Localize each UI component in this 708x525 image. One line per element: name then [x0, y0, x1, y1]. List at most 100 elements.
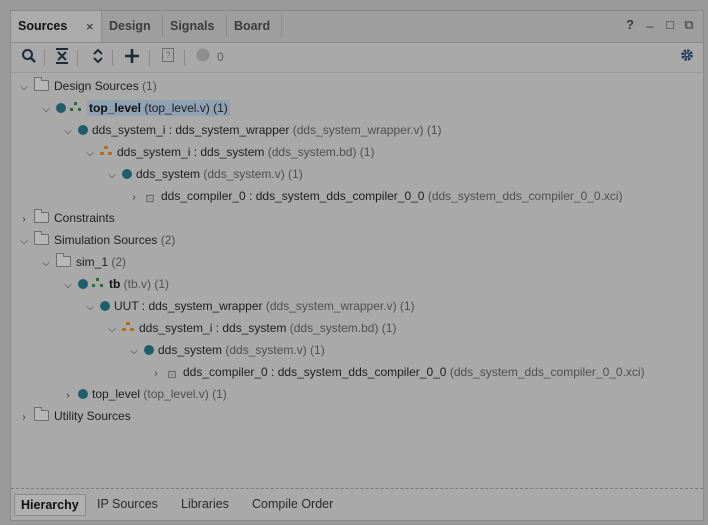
tab-design[interactable]: Design	[102, 11, 162, 42]
tree-node-sim-dds-system-bd[interactable]: ⌵ dds_system_i : dds_system (dds_system.b…	[106, 317, 396, 339]
collapsed-chevron-icon[interactable]: ›	[150, 363, 162, 385]
close-tab-icon[interactable]: ×	[86, 19, 94, 34]
expanded-chevron-icon[interactable]: ⌵	[62, 121, 74, 143]
node-detail: (top_level.v) (1)	[143, 387, 227, 401]
tab-hierarchy[interactable]: Hierarchy	[14, 494, 86, 516]
tree-node-dds-system-bd[interactable]: ⌵ dds_system_i : dds_system (dds_system.b…	[84, 141, 374, 163]
tree-node-tb[interactable]: ⌵ tb (tb.v) (1)	[62, 273, 169, 295]
node-name: Utility Sources	[54, 409, 131, 423]
tree-node-dds-system-wrapper[interactable]: ⌵ dds_system_i : dds_system_wrapper (dds_…	[62, 119, 441, 141]
tab-label: Signals	[170, 19, 215, 33]
svg-text:?: ?	[165, 50, 170, 60]
node-name: tb	[109, 277, 121, 291]
node-name: dds_compiler_0 : dds_system_dds_compiler…	[183, 365, 447, 379]
node-detail: (dds_system_dds_compiler_0_0.xci)	[427, 189, 623, 203]
node-detail: (tb.v) (1)	[123, 277, 170, 291]
block-design-icon	[100, 146, 112, 156]
collapsed-chevron-icon[interactable]: ›	[128, 187, 140, 209]
tree-node-uut[interactable]: ⌵ UUT : dds_system_wrapper (dds_system_wr…	[84, 295, 414, 319]
node-detail: (dds_system_wrapper.v) (1)	[292, 123, 442, 137]
panel-tab-bar: Sources × Design Signals Board ? _ □ ⧉	[11, 11, 703, 43]
expanded-chevron-icon[interactable]: ⌵	[18, 231, 30, 253]
expanded-chevron-icon[interactable]: ⌵	[84, 143, 96, 165]
tree-node-dds-system[interactable]: ⌵ dds_system (dds_system.v) (1)	[106, 163, 303, 185]
node-detail: (dds_system_dds_compiler_0_0.xci)	[449, 365, 645, 379]
tree-node-dds-compiler[interactable]: › ⊡ dds_compiler_0 : dds_system_dds_compil…	[128, 185, 623, 209]
expanded-chevron-icon[interactable]: ⌵	[84, 297, 96, 319]
expanded-chevron-icon[interactable]: ⌵	[40, 99, 52, 121]
tree-node-sim-1[interactable]: ⌵ sim_1 (2)	[40, 251, 126, 273]
search-icon[interactable]	[20, 48, 38, 66]
module-icon	[78, 389, 88, 399]
expanded-chevron-icon[interactable]: ⌵	[106, 165, 118, 187]
tab-label: Design	[109, 19, 151, 33]
top-module-hierarchy-icon	[70, 102, 82, 112]
collapse-all-icon[interactable]	[53, 48, 71, 66]
tree-node-design-sources[interactable]: ⌵ Design Sources (1)	[18, 75, 157, 97]
expanded-chevron-icon[interactable]: ⌵	[128, 341, 140, 363]
tab-label: Board	[234, 19, 271, 33]
tab-board[interactable]: Board	[227, 11, 282, 42]
node-name: Constraints	[54, 211, 115, 225]
expand-all-icon[interactable]	[89, 48, 107, 66]
module-icon	[100, 301, 110, 311]
module-icon	[56, 103, 66, 113]
folder-icon	[34, 77, 49, 91]
settings-gear-icon[interactable]	[678, 48, 696, 66]
node-detail: (1)	[142, 79, 157, 93]
expanded-chevron-icon[interactable]: ⌵	[40, 253, 52, 275]
node-detail: (2)	[160, 233, 176, 247]
maximize-icon[interactable]: □	[664, 18, 676, 31]
top-module-hierarchy-icon	[92, 278, 104, 288]
ip-core-icon: ⊡	[167, 369, 177, 381]
help-icon[interactable]: ?	[624, 18, 636, 31]
selected-node-highlight: top_level (top_level.v) (1)	[87, 100, 230, 116]
tab-compile-order[interactable]: Compile Order	[252, 494, 333, 514]
tab-signals[interactable]: Signals	[163, 11, 226, 42]
tree-node-sim-dds-compiler[interactable]: › ⊡ dds_compiler_0 : dds_system_dds_compil…	[150, 361, 645, 385]
tab-label: Sources	[18, 19, 68, 33]
add-sources-icon[interactable]	[123, 48, 141, 66]
expanded-chevron-icon[interactable]: ⌵	[18, 77, 30, 99]
tree-node-utility-sources[interactable]: › Utility Sources	[18, 405, 131, 427]
collapsed-chevron-icon[interactable]: ›	[18, 407, 30, 429]
tab-divider	[281, 15, 282, 37]
float-window-icon[interactable]: ⧉	[683, 18, 695, 31]
node-detail: (dds_system.v) (1)	[225, 343, 325, 357]
expanded-chevron-icon[interactable]: ⌵	[62, 275, 74, 297]
node-name: Simulation Sources	[54, 233, 158, 247]
node-name: dds_system_i : dds_system_wrapper	[92, 123, 290, 137]
node-name: sim_1	[76, 255, 109, 269]
collapsed-chevron-icon[interactable]: ›	[18, 209, 30, 231]
tab-libraries[interactable]: Libraries	[181, 494, 229, 514]
folder-icon	[34, 407, 49, 421]
bottom-view-tabs: Hierarchy IP Sources Libraries Compile O…	[11, 488, 703, 521]
node-name: dds_compiler_0 : dds_system_dds_compiler…	[161, 189, 425, 203]
node-name: UUT : dds_system_wrapper	[114, 299, 263, 313]
module-icon	[78, 279, 88, 289]
expanded-chevron-icon[interactable]: ⌵	[106, 319, 118, 341]
node-name: top_level	[92, 387, 141, 401]
folder-icon	[34, 231, 49, 245]
node-detail: (2)	[111, 255, 127, 269]
toolbar-divider	[44, 50, 45, 66]
node-name: top_level	[89, 101, 142, 115]
node-name: dds_system_i : dds_system	[117, 145, 265, 159]
node-detail: (dds_system.bd) (1)	[289, 321, 397, 335]
tree-node-sim-top-level[interactable]: › top_level (top_level.v) (1)	[62, 383, 227, 407]
folder-icon	[34, 209, 49, 223]
tree-node-sim-dds-system[interactable]: ⌵ dds_system (dds_system.v) (1)	[128, 339, 325, 361]
collapsed-chevron-icon[interactable]: ›	[62, 385, 74, 407]
tree-node-simulation-sources[interactable]: ⌵ Simulation Sources (2)	[18, 229, 175, 251]
node-detail: (top_level.v) (1)	[144, 101, 228, 115]
tab-ip-sources[interactable]: IP Sources	[97, 494, 158, 514]
module-icon	[122, 169, 132, 179]
folder-icon	[56, 253, 71, 267]
node-name: dds_system_i : dds_system	[139, 321, 287, 335]
minimize-icon[interactable]: _	[644, 14, 656, 27]
node-name: dds_system	[136, 167, 201, 181]
properties-icon[interactable]: ?	[159, 48, 177, 66]
tree-node-top-level[interactable]: ⌵ top_level (top_level.v) (1)	[40, 97, 230, 119]
tree-node-constraints[interactable]: › Constraints	[18, 207, 115, 229]
block-design-icon	[122, 322, 134, 332]
